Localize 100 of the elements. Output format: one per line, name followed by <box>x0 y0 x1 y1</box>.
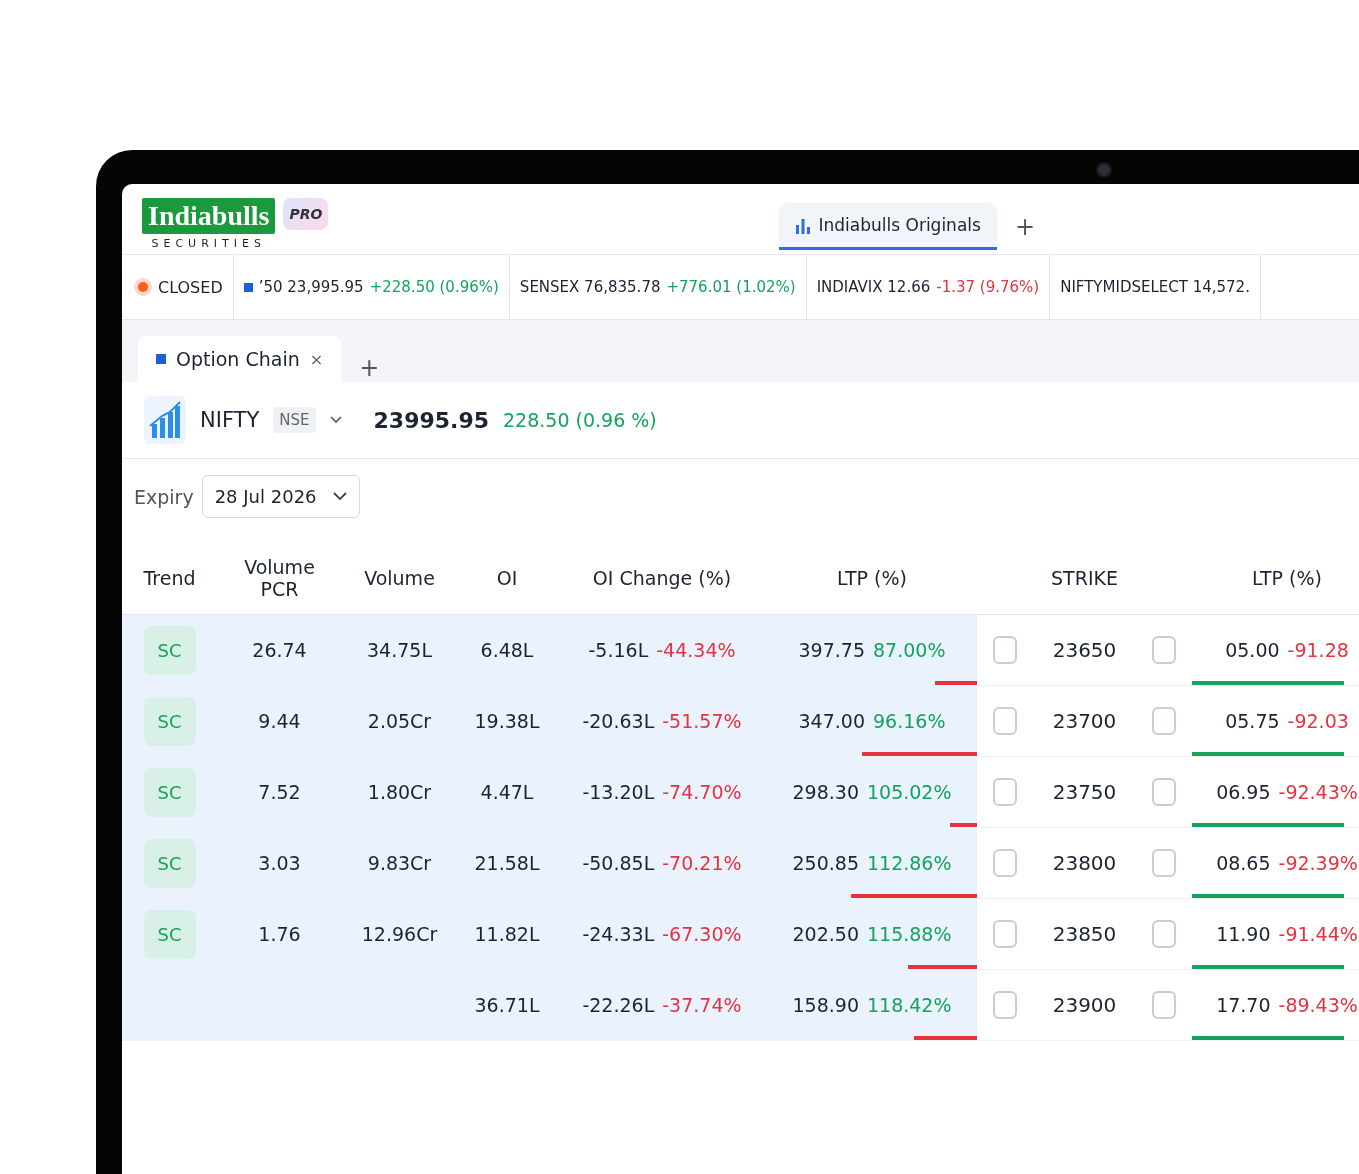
marker-icon <box>243 282 253 292</box>
percent-change: -67.30% <box>662 923 742 945</box>
table-cell: 4.47L <box>480 781 534 803</box>
expiry-dropdown[interactable]: 28 Jul 2026 <box>201 475 360 518</box>
trend-badge: SC <box>143 696 196 746</box>
table-cell: 34.75L <box>367 639 432 661</box>
strike-price: 23750 <box>1052 780 1117 804</box>
checkbox[interactable] <box>1152 849 1176 877</box>
checkbox[interactable] <box>993 920 1017 948</box>
table-cell: 9.44 <box>258 710 301 732</box>
percent-change: 96.16% <box>873 710 946 732</box>
ticker-label: SENSEX 76,835.78 <box>519 278 661 296</box>
percent-change: 118.42% <box>866 994 952 1016</box>
logo-subtitle: SECURITIES <box>151 237 266 250</box>
table-cell: 158.90 <box>792 994 859 1016</box>
percent-change: -92.03 <box>1287 710 1349 732</box>
ticker-change: +228.50 (0.96%) <box>369 278 499 296</box>
ticker-label: INDIAVIX 12.66 <box>816 278 931 296</box>
exchange-tag: NSE <box>273 407 316 433</box>
table-cell: 19.38L <box>474 710 540 732</box>
table-cell: 26.74 <box>252 639 307 661</box>
trend-badge: SC <box>143 625 196 675</box>
status-dot <box>138 282 148 292</box>
table-cell: 05.00 <box>1225 639 1280 661</box>
table-cell: 05.75 <box>1225 710 1280 732</box>
symbol-name: NIFTY <box>200 408 260 432</box>
percent-change: 105.02% <box>866 781 952 803</box>
table-cell: 298.30 <box>792 781 859 803</box>
table-cell: 11.90 <box>1216 923 1271 945</box>
table-cell: -13.20L <box>582 781 655 803</box>
price-change: 228.50 (0.96 %) <box>503 409 657 431</box>
table-cell: 202.50 <box>792 923 859 945</box>
table-cell: -24.33L <box>582 923 655 945</box>
trend-badge: SC <box>143 909 196 959</box>
workspace-tab[interactable]: Option Chain <box>156 348 300 370</box>
trend-badge: SC <box>143 838 196 888</box>
checkbox[interactable] <box>1152 707 1176 735</box>
logo-wordmark: Indiabulls <box>142 198 276 234</box>
checkbox[interactable] <box>993 849 1017 877</box>
table-cell: 08.65 <box>1216 852 1271 874</box>
checkbox[interactable] <box>993 991 1017 1019</box>
ticker-change: -1.37 (9.76%) <box>936 278 1040 296</box>
strike-price: 23800 <box>1052 851 1117 875</box>
table-cell: 36.71L <box>474 994 540 1016</box>
checkbox[interactable] <box>993 636 1017 664</box>
table-cell: 12.96Cr <box>361 923 438 945</box>
expiry-label: Expiry <box>134 485 194 508</box>
price-value: 23995.95 <box>373 407 490 433</box>
camera-icon <box>1096 162 1112 178</box>
strike-price: 23700 <box>1052 709 1117 733</box>
checkbox[interactable] <box>1152 991 1176 1019</box>
percent-change: -92.39% <box>1278 852 1358 874</box>
percent-change: -91.44% <box>1278 923 1358 945</box>
percent-change: -92.43% <box>1278 781 1358 803</box>
percent-change: -44.34% <box>656 639 736 661</box>
chevron-down-icon <box>332 492 347 501</box>
percent-change: 112.86% <box>866 852 952 874</box>
table-cell: 1.80Cr <box>367 781 432 803</box>
checkbox[interactable] <box>1152 778 1176 806</box>
trend-badge: SC <box>143 767 196 817</box>
table-cell: 250.85 <box>792 852 859 874</box>
table-cell: 397.75 <box>798 639 865 661</box>
percent-change: 87.00% <box>873 639 946 661</box>
table-cell: 21.58L <box>474 852 540 874</box>
header-tab[interactable]: Indiabulls Originals <box>778 203 997 250</box>
table-cell: 17.70 <box>1216 994 1271 1016</box>
table-cell: 06.95 <box>1216 781 1271 803</box>
strike-price: 23650 <box>1052 638 1117 662</box>
add-tab-button[interactable]: + <box>355 354 384 382</box>
bar-chart-icon <box>794 216 811 234</box>
square-icon <box>156 354 166 364</box>
checkbox[interactable] <box>993 778 1017 806</box>
chevron-down-icon[interactable] <box>329 416 342 424</box>
add-tab-button[interactable]: + <box>1010 212 1039 241</box>
percent-change: -91.28 <box>1287 639 1349 661</box>
table-cell: -5.16L <box>588 639 649 661</box>
table-cell: 11.82L <box>474 923 540 945</box>
table-cell: -50.85L <box>582 852 655 874</box>
rising-chart-icon <box>144 396 186 444</box>
table-cell: 1.76 <box>258 923 301 945</box>
checkbox[interactable] <box>993 707 1017 735</box>
close-icon[interactable]: × <box>309 349 324 369</box>
table-cell: 7.52 <box>258 781 301 803</box>
percent-change: -51.57% <box>662 710 742 732</box>
percent-change: -70.21% <box>662 852 742 874</box>
strike-price: 23850 <box>1052 922 1117 946</box>
ticker-label: ’50 23,995.95 <box>258 278 364 296</box>
table-cell: 6.48L <box>480 639 534 661</box>
percent-change: -89.43% <box>1278 994 1358 1016</box>
table-cell: 2.05Cr <box>367 710 432 732</box>
pro-badge: PRO <box>283 198 329 230</box>
checkbox[interactable] <box>1152 920 1176 948</box>
strike-price: 23900 <box>1052 993 1117 1017</box>
ticker-change: +776.01 (1.02%) <box>666 278 796 296</box>
percent-change: -37.74% <box>662 994 742 1016</box>
checkbox[interactable] <box>1152 636 1176 664</box>
table-cell: -22.26L <box>582 994 655 1016</box>
table-cell: 347.00 <box>798 710 865 732</box>
ticker-label: NIFTYMIDSELECT 14,572. <box>1060 278 1250 296</box>
table-cell: -20.63L <box>582 710 655 732</box>
